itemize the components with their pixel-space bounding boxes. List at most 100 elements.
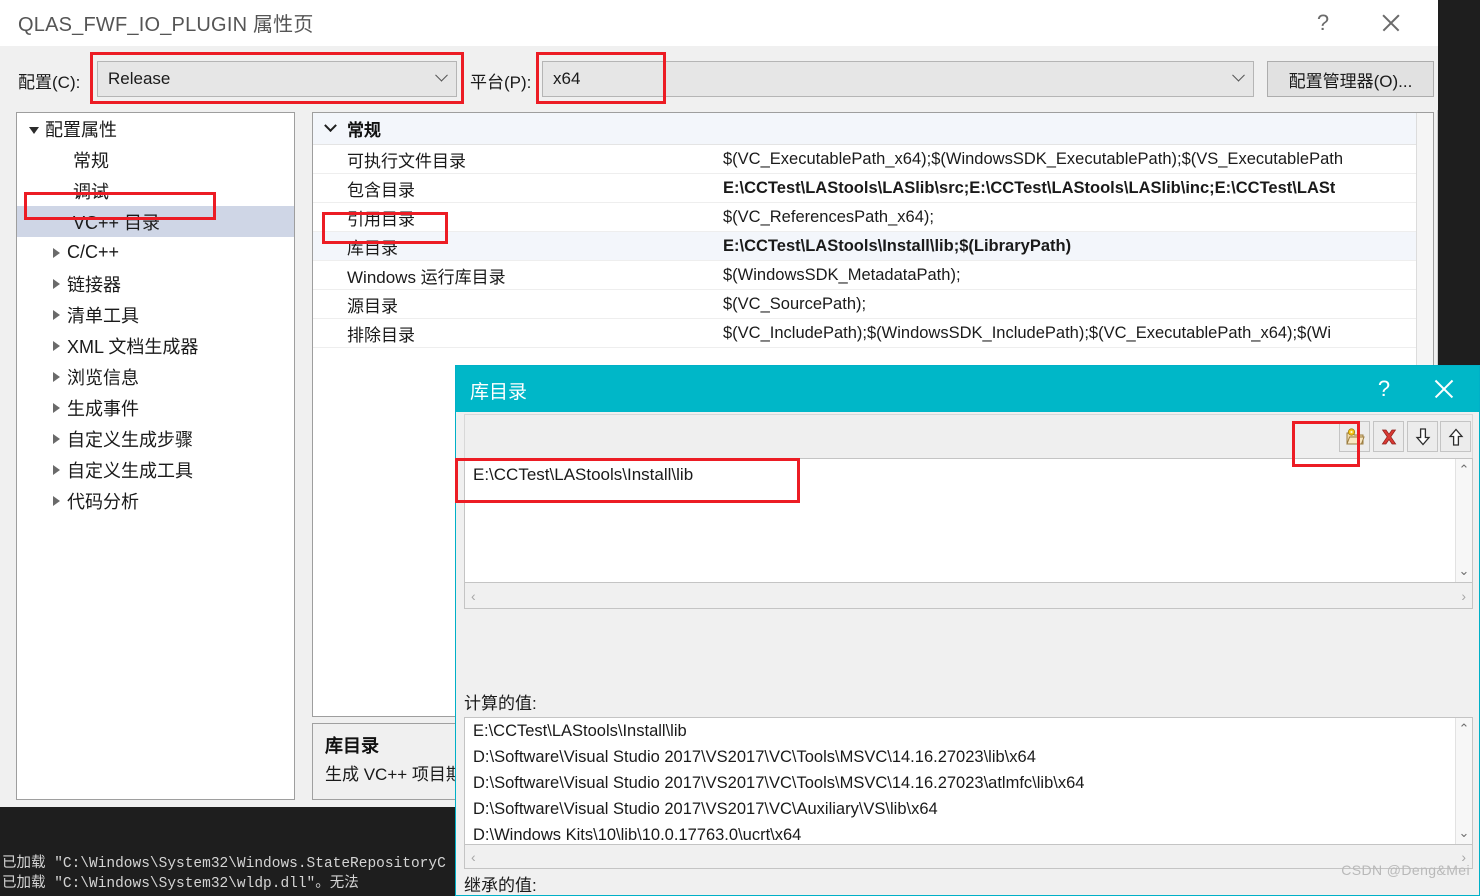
expander-expand-icon[interactable] — [45, 490, 67, 511]
close-icon — [1432, 377, 1456, 401]
tree-item-2[interactable]: 调试 — [17, 175, 294, 206]
expander-expand-icon[interactable] — [45, 459, 67, 480]
move-up-button[interactable] — [1440, 421, 1471, 452]
property-value[interactable]: $(VC_SourcePath); — [723, 295, 866, 314]
list-vertical-scrollbar[interactable]: ⌃ ⌄ — [1455, 459, 1472, 582]
scroll-down-icon[interactable]: ⌄ — [1459, 822, 1470, 844]
property-row[interactable]: Windows 运行库目录 $(WindowsSDK_MetadataPath); — [313, 261, 1416, 290]
tree-item-9[interactable]: 生成事件 — [17, 392, 294, 423]
computed-horizontal-scrollbar[interactable]: ‹ › — [464, 845, 1473, 869]
computed-value-line: D:\Software\Visual Studio 2017\VS2017\VC… — [473, 774, 1085, 792]
move-down-button[interactable] — [1407, 421, 1438, 452]
property-row[interactable]: 库目录 E:\CCTest\LAStools\Install\lib;$(Libr… — [313, 232, 1416, 261]
computed-values-box[interactable]: E:\CCTest\LAStools\Install\lib D:\Softwar… — [464, 717, 1473, 845]
watermark: CSDN @Deng&Mei — [1341, 862, 1470, 878]
expander-expand-icon[interactable] — [45, 428, 67, 449]
property-row[interactable]: 包含目录 E:\CCTest\LAStools\LASlib\src;E:\CCT… — [313, 174, 1416, 203]
expander-expand-icon[interactable] — [45, 366, 67, 387]
scroll-left-icon[interactable]: ‹ — [471, 849, 476, 865]
dialog-help-button[interactable]: ? — [1361, 366, 1407, 412]
tree-item-12[interactable]: 代码分析 — [17, 485, 294, 516]
scroll-left-icon[interactable]: ‹ — [471, 588, 476, 604]
dialog-titlebar: 库目录 ? — [456, 366, 1479, 412]
computed-vertical-scrollbar[interactable]: ⌃ ⌄ — [1455, 718, 1472, 844]
tree-item-label: 配置属性 — [45, 119, 117, 140]
tree-item-label: XML 文档生成器 — [67, 336, 199, 357]
scroll-down-icon[interactable]: ⌄ — [1459, 560, 1470, 582]
property-value[interactable]: E:\CCTest\LAStools\Install\lib;$(Library… — [723, 237, 1071, 256]
expander-expand-icon[interactable] — [45, 304, 67, 325]
scroll-right-icon[interactable]: › — [1461, 588, 1466, 604]
expander-expand-icon[interactable] — [45, 273, 67, 294]
tree-item-10[interactable]: 自定义生成步骤 — [17, 423, 294, 454]
platform-value: x64 — [553, 69, 581, 88]
expander-expand-icon[interactable] — [45, 242, 67, 263]
directory-entry[interactable]: E:\CCTest\LAStools\Install\lib — [465, 459, 1472, 485]
tree-item-8[interactable]: 浏览信息 — [17, 361, 294, 392]
platform-label: 平台(P): — [470, 73, 532, 92]
property-value[interactable]: $(WindowsSDK_MetadataPath); — [723, 266, 961, 285]
new-line-button[interactable] — [1339, 421, 1370, 452]
property-row[interactable]: 可执行文件目录 $(VC_ExecutablePath_x64);$(Window… — [313, 145, 1416, 174]
property-value[interactable]: E:\CCTest\LAStools\LASlib\src;E:\CCTest\… — [723, 179, 1335, 198]
tree-item-4[interactable]: C/C++ — [17, 237, 294, 268]
list-horizontal-scrollbar[interactable]: ‹ › — [464, 583, 1473, 609]
tree-item-7[interactable]: XML 文档生成器 — [17, 330, 294, 361]
configuration-value: Release — [108, 69, 171, 88]
close-button[interactable] — [1368, 0, 1414, 46]
chevron-down-icon — [1223, 68, 1253, 87]
dialog-title: 库目录 — [470, 382, 528, 403]
tree-item-label: 代码分析 — [67, 491, 139, 512]
dialog-toolbar — [464, 414, 1473, 458]
tree-item-3[interactable]: VC++ 目录 — [17, 206, 294, 237]
expander-expand-icon[interactable] — [45, 397, 67, 418]
property-row[interactable]: 排除目录 $(VC_IncludePath);$(WindowsSDK_Inclu… — [313, 319, 1416, 348]
tree-item-6[interactable]: 清单工具 — [17, 299, 294, 330]
property-value[interactable]: $(VC_ExecutablePath_x64);$(WindowsSDK_Ex… — [723, 150, 1343, 169]
tree-item-11[interactable]: 自定义生成工具 — [17, 454, 294, 485]
expander-expand-icon[interactable] — [45, 335, 67, 356]
delete-button[interactable] — [1373, 421, 1404, 452]
property-category-label: 常规 — [347, 121, 381, 140]
screenshot-root: 已加载 "C:\Windows\System32\Windows.StateRe… — [0, 0, 1480, 896]
tree-item-1[interactable]: 常规 — [17, 144, 294, 175]
directories-list[interactable]: E:\CCTest\LAStools\Install\lib ⌃ ⌄ — [464, 458, 1473, 583]
expander-collapse-icon[interactable] — [23, 118, 45, 139]
tree-item-5[interactable]: 链接器 — [17, 268, 294, 299]
chevron-down-icon — [426, 68, 456, 87]
scroll-up-icon[interactable]: ⌃ — [1459, 459, 1470, 481]
configuration-dropdown[interactable]: Release — [97, 61, 457, 97]
library-directories-dialog: 库目录 ? E:\CCTest\LAStools\Install\lib ⌃ ⌄… — [455, 365, 1480, 896]
property-row[interactable]: 引用目录 $(VC_ReferencesPath_x64); — [313, 203, 1416, 232]
dialog-close-button[interactable] — [1421, 366, 1467, 412]
inherited-values-label: 继承的值: — [464, 876, 537, 895]
property-name: Windows 运行库目录 — [347, 267, 506, 287]
tree-item-label: 调试 — [73, 181, 109, 202]
close-icon — [1380, 12, 1402, 34]
delete-x-icon — [1381, 429, 1396, 444]
property-value[interactable]: $(VC_ReferencesPath_x64); — [723, 208, 934, 227]
configuration-label: 配置(C): — [18, 73, 81, 92]
computed-value-line: D:\Software\Visual Studio 2017\VS2017\VC… — [473, 800, 938, 818]
property-name: 引用目录 — [347, 209, 415, 229]
question-mark-icon: ? — [1316, 10, 1330, 35]
property-name: 排除目录 — [347, 325, 415, 345]
configuration-manager-button[interactable]: 配置管理器(O)... — [1267, 61, 1434, 97]
question-mark-icon: ? — [1377, 376, 1391, 401]
property-category-row[interactable]: 常规 — [313, 113, 1416, 145]
tree-item-label: 清单工具 — [67, 305, 139, 326]
scroll-up-icon[interactable]: ⌃ — [1459, 718, 1470, 740]
property-value[interactable]: $(VC_IncludePath);$(WindowsSDK_IncludePa… — [723, 324, 1331, 343]
computed-value-line: D:\Software\Visual Studio 2017\VS2017\VC… — [473, 748, 1036, 766]
platform-dropdown[interactable]: x64 — [542, 61, 1254, 97]
tree-item-label: 浏览信息 — [67, 367, 139, 388]
property-name: 包含目录 — [347, 180, 415, 200]
property-name: 源目录 — [347, 296, 398, 316]
property-row[interactable]: 源目录 $(VC_SourcePath); — [313, 290, 1416, 319]
arrow-up-icon — [1448, 428, 1463, 446]
new-folder-icon — [1345, 427, 1365, 444]
help-button[interactable]: ? — [1300, 0, 1346, 46]
tree-item-0[interactable]: 配置属性 — [17, 113, 294, 144]
computed-value-line: E:\CCTest\LAStools\Install\lib — [473, 722, 687, 740]
configuration-tree[interactable]: 配置属性常规调试 VC++ 目录 C/C++ 链接器清单工具 XML 文档生成器 浏览信息… — [16, 112, 295, 800]
